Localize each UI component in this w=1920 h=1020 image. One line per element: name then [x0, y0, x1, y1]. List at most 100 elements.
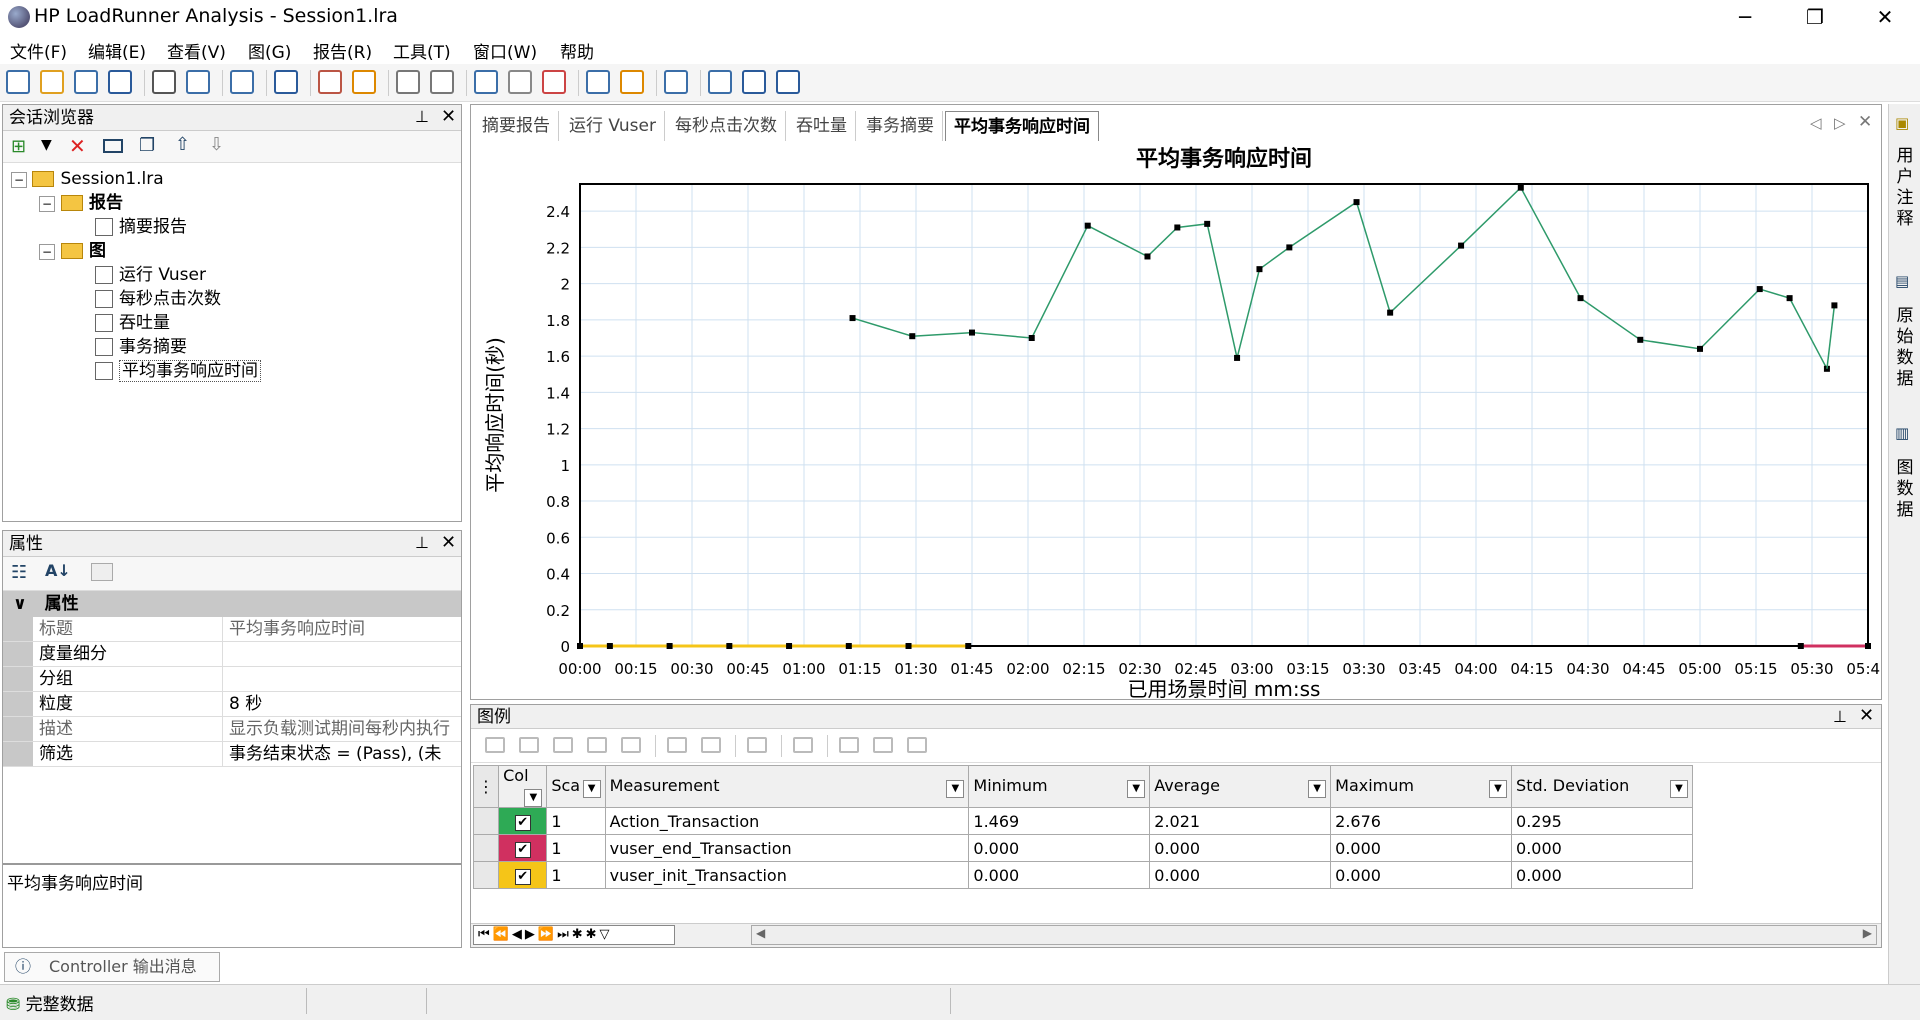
menu-window[interactable]: 窗口(W) — [473, 38, 537, 63]
clear-icon[interactable] — [621, 737, 641, 753]
menu-graph[interactable]: 图(G) — [248, 38, 291, 63]
redo-icon[interactable] — [430, 70, 454, 94]
scroll-left-icon[interactable]: ◀ — [756, 926, 765, 940]
export-icon[interactable] — [708, 70, 732, 94]
granularity-icon[interactable] — [474, 70, 498, 94]
delete-icon[interactable]: ✕ — [69, 134, 86, 158]
categorized-icon[interactable]: ☷ — [11, 562, 27, 583]
dropdown-icon[interactable]: ▼ — [1308, 779, 1327, 798]
horizontal-scrollbar[interactable]: ◀ ▶ — [751, 925, 1877, 945]
pin-icon[interactable]: ⊥ — [415, 107, 429, 126]
menu-tools[interactable]: 工具(T) — [393, 38, 451, 63]
visibility-checkbox[interactable]: ✔ — [514, 842, 531, 858]
pin-icon[interactable]: ⊥ — [1833, 707, 1847, 726]
tab-graph-2[interactable]: 每秒点击次数 — [667, 111, 786, 141]
schedule-icon[interactable] — [352, 70, 376, 94]
menu-file[interactable]: 文件(F) — [10, 38, 67, 63]
open-icon[interactable] — [40, 70, 64, 94]
right-tab-raw-data[interactable]: 原始数据 — [1896, 306, 1914, 390]
merge-graphs-icon[interactable] — [542, 70, 566, 94]
add-graph-icon[interactable]: ⊞ — [11, 136, 26, 157]
copy-icon[interactable]: ❐ — [139, 135, 155, 156]
color-cell[interactable]: ✔ — [498, 861, 548, 889]
tab-graph-3[interactable]: 吞吐量 — [788, 111, 856, 141]
controller-output-tab[interactable]: ⓘ Controller 输出消息 — [4, 952, 220, 982]
tree-item-transaction-summary[interactable]: 事务摘要 — [11, 335, 461, 359]
property-row[interactable]: 粒度 8 秒 — [3, 692, 461, 717]
right-tab-graph-data[interactable]: 图数据 — [1896, 458, 1914, 521]
col-header-color[interactable]: Col ▼ — [498, 765, 548, 808]
tab-next-icon[interactable]: ▷ — [1834, 114, 1846, 132]
tab-prev-icon[interactable]: ◁ — [1810, 114, 1822, 132]
new-session-icon[interactable] — [74, 70, 98, 94]
tab-graph-0[interactable]: 摘要报告 — [474, 111, 559, 141]
tab-graph-1[interactable]: 运行 Vuser — [561, 111, 665, 141]
tree-item-throughput[interactable]: 吞吐量 — [11, 311, 461, 335]
color-cell[interactable]: ✔ — [498, 807, 548, 835]
property-row[interactable]: 度量细分 — [3, 642, 461, 667]
tab-close-icon[interactable]: ✕ — [1858, 112, 1872, 132]
expand-icon[interactable] — [839, 737, 859, 753]
collapse-icon[interactable] — [873, 737, 893, 753]
tree-folder-reports[interactable]: − 报告 — [11, 191, 461, 215]
templates-icon[interactable] — [230, 70, 254, 94]
visibility-checkbox[interactable]: ✔ — [514, 869, 531, 885]
html-report-icon[interactable] — [776, 70, 800, 94]
property-row[interactable]: 分组 — [3, 667, 461, 692]
rename-icon[interactable] — [103, 139, 123, 153]
menu-edit[interactable]: 编辑(E) — [88, 38, 146, 63]
menu-report[interactable]: 报告(R) — [313, 38, 372, 63]
dropdown-icon[interactable]: ▼ — [1670, 779, 1688, 798]
col-header-average[interactable]: Average ▼ — [1149, 765, 1332, 808]
restore-button[interactable]: ❐ — [1780, 0, 1850, 34]
property-row[interactable]: 描述 显示负载测试期间每秒内执行 — [3, 717, 461, 742]
hide-icon[interactable] — [519, 737, 539, 753]
scroll-right-icon[interactable]: ▶ — [1863, 926, 1872, 940]
tree-root[interactable]: − Session1.lra — [11, 167, 461, 191]
legend-row[interactable]: ✔ 1 Action_Transaction 1.469 2.021 2.676 0.295 — [472, 807, 1693, 835]
settings-icon[interactable] — [747, 737, 767, 753]
property-row[interactable]: 标题 平均事务响应时间 — [3, 617, 461, 642]
close-icon[interactable]: ✕ — [441, 532, 456, 553]
hide-col-icon[interactable] — [667, 737, 687, 753]
tree-item-summary-report[interactable]: 摘要报告 — [11, 215, 461, 239]
property-pages-icon[interactable] — [91, 563, 113, 581]
dropdown-icon[interactable]: ▼ — [41, 137, 52, 153]
close-icon[interactable]: ✕ — [441, 106, 456, 127]
col-header-scale[interactable]: Sca ▼ — [546, 765, 606, 808]
dropdown-icon[interactable]: ▼ — [946, 779, 965, 798]
right-tab-user-notes[interactable]: 用户注释 — [1896, 146, 1914, 230]
minimize-button[interactable]: ─ — [1710, 0, 1780, 34]
report-icon[interactable] — [664, 70, 688, 94]
properties-section-header[interactable]: ∨ 属性 — [3, 591, 461, 617]
show-icon[interactable] — [485, 737, 505, 753]
dropdown-icon[interactable]: ▼ — [582, 779, 601, 798]
filter-icon[interactable] — [274, 70, 298, 94]
col-header-std-deviation[interactable]: Std. Deviation ▼ — [1511, 765, 1693, 808]
config-icon[interactable] — [907, 737, 927, 753]
snapshot-icon[interactable] — [620, 70, 644, 94]
tree-item-avg-response-time[interactable]: 平均事务响应时间 — [11, 359, 461, 383]
menu-help[interactable]: 帮助 — [560, 38, 594, 63]
tab-graph-5[interactable]: 平均事务响应时间 — [944, 111, 1099, 141]
dropdown-icon[interactable]: ▼ — [524, 789, 543, 807]
select-col-icon[interactable] — [701, 737, 721, 753]
show-all-icon[interactable] — [587, 737, 607, 753]
move-up-icon[interactable]: ⇧ — [175, 134, 190, 155]
columns-icon[interactable] — [793, 737, 813, 753]
tab-graph-4[interactable]: 事务摘要 — [858, 111, 943, 141]
color-cell[interactable]: ✔ — [498, 834, 548, 862]
cross-result-icon[interactable] — [318, 70, 342, 94]
record-navigator[interactable]: ⏮⏪◀▶⏩⏭✱✱▽ — [473, 925, 675, 945]
show-only-icon[interactable] — [553, 737, 573, 753]
pin-icon[interactable]: ⊥ — [415, 533, 429, 552]
tree-item-hits-per-second[interactable]: 每秒点击次数 — [11, 287, 461, 311]
connect-icon[interactable] — [6, 70, 30, 94]
col-header-measurement[interactable]: Measurement ▼ — [604, 765, 970, 808]
sort-alpha-icon[interactable]: A↓ — [45, 561, 71, 580]
move-down-icon[interactable]: ⇩ — [209, 134, 224, 155]
print-icon[interactable] — [152, 70, 176, 94]
save-icon[interactable] — [108, 70, 132, 94]
undo-icon[interactable] — [396, 70, 420, 94]
close-button[interactable]: ✕ — [1850, 0, 1920, 34]
